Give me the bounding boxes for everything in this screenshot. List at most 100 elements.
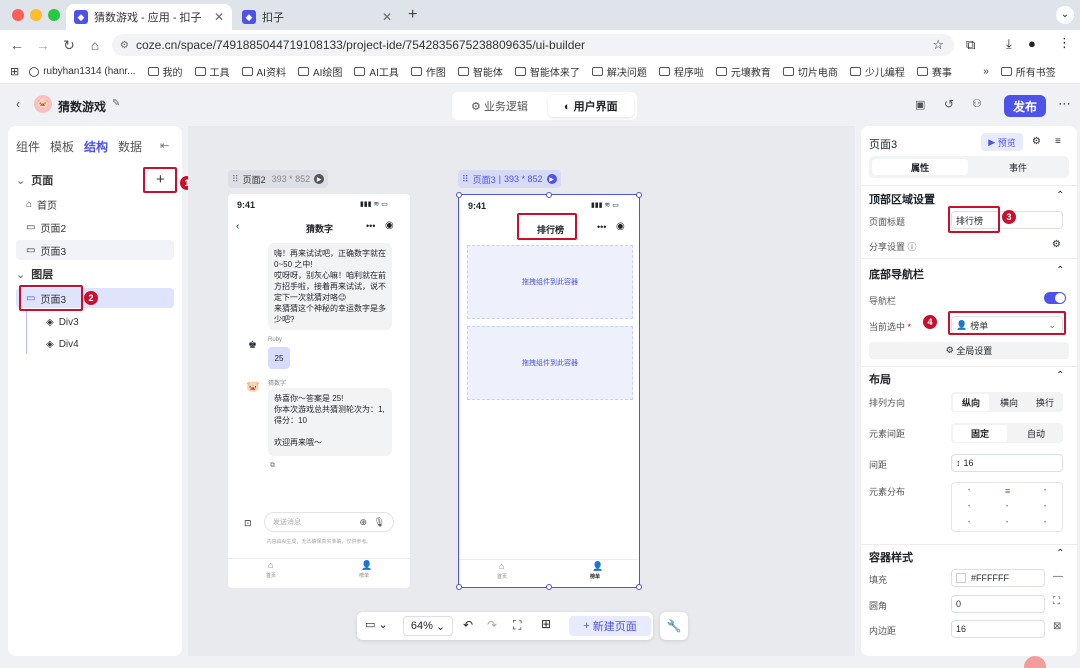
bookmark-item[interactable]: 智能体来了 — [514, 64, 580, 79]
layer-div4[interactable]: ◈ Div4 — [16, 334, 174, 354]
gap-input[interactable]: ↕ 16 — [951, 454, 1063, 472]
back-icon[interactable]: ← — [4, 37, 30, 53]
page2-phone-frame[interactable]: 9:41 ▮▮▮ ≋ ▭ ‹ 猜数字 ••• ◉ 嗨！再来试试吧，正确数字就在0… — [228, 194, 410, 588]
collapse-icon[interactable]: ⌃ — [1056, 190, 1064, 201]
resize-handle[interactable] — [546, 584, 552, 590]
bookmark-item[interactable]: rubyhan1314 (hanr... — [29, 64, 136, 79]
profile-icon[interactable]: ● — [1028, 36, 1036, 51]
share-settings-icon[interactable]: ⚙ — [1052, 239, 1061, 250]
bookmark-item[interactable]: AI工具 — [354, 64, 399, 79]
toolbox-icon[interactable]: ⊡ — [244, 518, 252, 529]
tab-templates[interactable]: 模板 — [50, 138, 74, 155]
more-icon[interactable]: ••• — [366, 221, 375, 231]
global-settings-button[interactable]: ⚙ 全局设置 — [869, 342, 1069, 359]
distribution-grid[interactable]: • ≡ • • • • • • • — [951, 482, 1063, 532]
settings-icon[interactable]: ⚙ — [1032, 136, 1041, 147]
tab-business-logic[interactable]: ⚙ 业务逻辑 — [455, 95, 544, 117]
redo-icon[interactable]: ↷ — [487, 618, 497, 632]
bookmark-item[interactable]: 我的 — [147, 64, 183, 79]
tree-page-3[interactable]: ▭ 页面3 — [16, 240, 174, 260]
layer-div3[interactable]: ◈ Div3 — [16, 312, 174, 332]
drop-container-div4[interactable]: 拖拽组件到此容器 — [467, 326, 633, 400]
spacing-fixed[interactable]: 固定 — [953, 424, 1007, 442]
radius-input[interactable]: 0 — [951, 595, 1045, 613]
design-canvas[interactable]: ⠿ 页面2 393 * 852 ▶ ⠿ 页面3 | 393 * 852 ▶ 9:… — [188, 126, 855, 656]
new-tab-button[interactable]: + — [408, 6, 417, 24]
back-icon[interactable]: ‹ — [16, 97, 20, 111]
target-icon[interactable]: ◉ — [616, 221, 625, 232]
bookmark-item[interactable]: 赛事 — [916, 64, 952, 79]
browser-tab-active[interactable]: ◆ 猜数游戏 - 应用 - 扣子 ✕ — [66, 4, 232, 30]
direction-wrap[interactable]: 换行 — [1027, 396, 1063, 409]
minimize-window-button[interactable] — [30, 9, 42, 21]
tab-data[interactable]: 数据 — [118, 138, 142, 155]
collapse-panel-icon[interactable]: ⇤ — [160, 139, 169, 152]
grid-icon[interactable]: ⊞ — [541, 617, 551, 631]
page2-frame-label[interactable]: ⠿ 页面2 393 * 852 ▶ — [228, 170, 329, 188]
tab-user-interface[interactable]: ◐ 用户界面 — [547, 95, 634, 117]
extensions-icon[interactable]: ⧉ — [966, 37, 975, 53]
layers-section-header[interactable]: ⌄ 图层 — [16, 264, 174, 284]
collaborators-icon[interactable]: ⚇ — [972, 97, 982, 110]
bookmark-item[interactable]: 解决问题 — [591, 64, 647, 79]
home-icon[interactable]: ⌂ — [82, 37, 108, 53]
tree-page-home[interactable]: ⌂ 首页 — [16, 194, 174, 214]
direction-horizontal[interactable]: 横向 — [991, 396, 1027, 409]
publish-button[interactable]: 发布 — [1004, 95, 1046, 117]
bookmark-item[interactable]: 元壤教育 — [715, 64, 771, 79]
all-bookmarks-button[interactable]: 所有书签 — [1000, 64, 1056, 79]
tools-button[interactable]: 🔧 — [660, 612, 688, 640]
tree-page-2[interactable]: ▭ 页面2 — [16, 217, 174, 237]
close-tab-icon[interactable]: ✕ — [382, 10, 392, 24]
back-icon[interactable]: ‹ — [236, 221, 239, 232]
close-window-button[interactable] — [12, 9, 24, 21]
bookmark-item[interactable]: AI资料 — [241, 64, 286, 79]
bookmark-item[interactable]: 少儿编程 — [849, 64, 905, 79]
copy-icon[interactable]: ⧉ — [270, 462, 275, 470]
save-icon[interactable]: ▣ — [915, 98, 925, 111]
forward-icon[interactable]: → — [30, 37, 56, 53]
close-tab-icon[interactable]: ✕ — [214, 10, 224, 24]
page3-frame-label[interactable]: ⠿ 页面3 | 393 * 852 ▶ — [458, 170, 561, 188]
device-icon[interactable]: ▭ ⌄ — [365, 618, 388, 631]
message-input[interactable]: 发送消息 ⊕ 🎙 — [264, 512, 394, 532]
collapse-icon[interactable]: ⌃ — [1056, 548, 1064, 559]
resize-handle[interactable] — [636, 192, 642, 198]
site-settings-icon[interactable]: ⚙ — [120, 40, 129, 51]
tab-properties[interactable]: 属性 — [872, 159, 968, 175]
remove-fill-icon[interactable]: — — [1053, 571, 1063, 582]
panel-menu-icon[interactable]: ≡ — [1055, 136, 1061, 147]
bookmark-item[interactable]: AI绘图 — [297, 64, 342, 79]
drop-container-div3[interactable]: 拖拽组件到此容器 — [467, 245, 633, 319]
nav-bar-toggle[interactable] — [1044, 292, 1066, 304]
tab-components[interactable]: 组件 — [16, 138, 40, 155]
bookmark-item[interactable]: 程序啦 — [658, 64, 704, 79]
bookmark-item[interactable]: 切片电商 — [782, 64, 838, 79]
new-page-button[interactable]: + 新建页面 — [569, 616, 651, 636]
more-icon[interactable]: ••• — [597, 222, 606, 232]
undo-icon[interactable]: ↶ — [463, 618, 473, 632]
more-menu-icon[interactable]: ⋮ — [1058, 35, 1071, 51]
nav-home-icon[interactable]: ⌂ — [499, 561, 504, 571]
edit-title-icon[interactable]: ✎ — [112, 98, 120, 109]
preview-button[interactable]: ▶ 预览 — [981, 133, 1023, 151]
apps-grid-icon[interactable]: ⊞ — [10, 65, 19, 78]
bookmarks-more-button[interactable]: » — [983, 66, 989, 77]
reload-icon[interactable]: ↻ — [56, 37, 82, 54]
tab-search-icon[interactable]: ⌄ — [1056, 6, 1074, 24]
padding-mode-icon[interactable]: ⊠ — [1053, 621, 1061, 632]
fill-input[interactable]: #FFFFFF — [951, 569, 1045, 587]
resize-handle[interactable] — [546, 192, 552, 198]
resize-handle[interactable] — [636, 584, 642, 590]
direction-vertical[interactable]: 纵向 — [953, 393, 989, 411]
bookmark-item[interactable]: 智能体 — [457, 64, 503, 79]
corner-radius-icon[interactable]: ⛶ — [1053, 596, 1060, 607]
resize-handle[interactable] — [456, 192, 462, 198]
assistant-avatar-icon[interactable] — [1024, 656, 1046, 668]
nav-rank-icon[interactable]: 👤 — [592, 561, 603, 572]
bookmark-item[interactable]: 作图 — [410, 64, 446, 79]
tab-events[interactable]: 事件 — [970, 159, 1066, 175]
browser-tab[interactable]: ◆ 扣子 ✕ — [234, 4, 400, 30]
download-icon[interactable]: ⤓ — [1006, 36, 1012, 52]
nav-home-icon[interactable]: ⌂ — [268, 560, 273, 570]
